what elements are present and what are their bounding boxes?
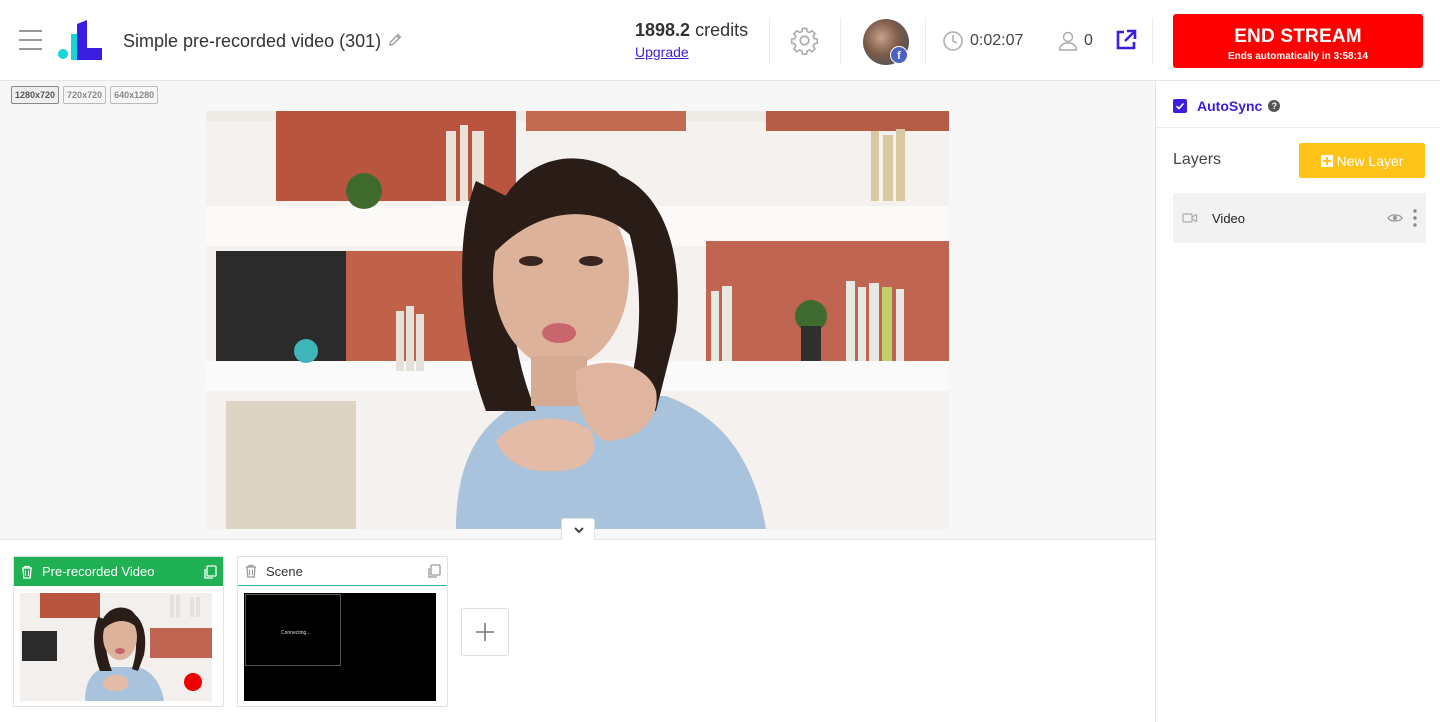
- app-logo: [58, 20, 102, 60]
- autosync-toggle[interactable]: AutoSync ?: [1173, 97, 1281, 115]
- scene-thumbnail-image: [20, 593, 212, 701]
- scenes-strip: Pre-recorded Video Scene Connecting...: [0, 539, 1155, 722]
- credits-value: 1898.2: [635, 20, 691, 40]
- divider: [925, 18, 926, 64]
- clock-icon: [943, 31, 963, 51]
- scene-header: Pre-recorded Video: [14, 557, 223, 586]
- scene-card-prerecorded-video[interactable]: Pre-recorded Video: [13, 556, 224, 707]
- autosync-label: AutoSync: [1197, 98, 1263, 114]
- user-icon: [1058, 31, 1078, 51]
- trash-icon[interactable]: [20, 565, 34, 579]
- upgrade-link[interactable]: Upgrade: [635, 44, 689, 60]
- divider: [769, 18, 770, 64]
- scene-label[interactable]: Pre-recorded Video: [42, 564, 203, 579]
- resolution-640x1280-button[interactable]: 640x1280: [110, 86, 159, 104]
- resolution-720x720-button[interactable]: 720x720: [63, 86, 107, 104]
- edit-title-icon[interactable]: [387, 32, 403, 48]
- divider: [1152, 18, 1153, 64]
- connecting-text: Connecting...: [281, 630, 311, 636]
- video-preview[interactable]: [206, 111, 949, 529]
- help-icon[interactable]: ?: [1268, 100, 1281, 112]
- copy-icon[interactable]: [203, 564, 217, 579]
- credits-unit: credits: [695, 20, 749, 40]
- facebook-icon: f: [890, 46, 908, 64]
- end-stream-label: END STREAM: [1234, 26, 1362, 47]
- gear-icon[interactable]: [790, 26, 819, 55]
- end-stream-countdown: Ends automatically in 3:58:14: [1227, 51, 1369, 62]
- eye-icon[interactable]: [1387, 212, 1403, 224]
- layer-name: Video: [1212, 210, 1246, 226]
- video-frame-image: [206, 111, 949, 529]
- autosync-checkbox[interactable]: [1173, 99, 1187, 113]
- chevron-down-icon: [574, 527, 584, 534]
- add-scene-button[interactable]: [461, 608, 509, 656]
- collapse-toggle[interactable]: [561, 518, 595, 540]
- viewer-count: 0: [1084, 32, 1093, 49]
- divider: [1156, 127, 1440, 128]
- credits-balance: 1898.2 credits: [635, 20, 748, 41]
- top-bar: Simple pre-recorded video (301) 1898.2 c…: [0, 0, 1440, 81]
- recording-indicator: [184, 673, 202, 691]
- menu-icon[interactable]: [19, 30, 42, 50]
- new-layer-label: New Layer: [1336, 152, 1404, 169]
- scene-thumbnail[interactable]: Connecting...: [244, 593, 436, 701]
- canvas-area: 1280x720 720x720 640x1280: [0, 81, 1155, 539]
- layers-panel: AutoSync ? Layers New Layer Video: [1155, 81, 1440, 722]
- external-link-icon[interactable]: [1114, 28, 1138, 52]
- trash-icon[interactable]: [244, 564, 258, 578]
- layer-item-video[interactable]: Video: [1173, 193, 1426, 243]
- divider: [840, 18, 841, 64]
- connecting-placeholder: Connecting...: [245, 594, 341, 666]
- scene-thumbnail[interactable]: [20, 593, 212, 701]
- scene-header: Scene: [238, 557, 447, 586]
- stream-timer: 0:02:07: [970, 32, 1024, 49]
- plus-icon: [476, 623, 494, 641]
- stream-title: Simple pre-recorded video (301): [123, 31, 382, 51]
- new-layer-button[interactable]: New Layer: [1299, 143, 1425, 178]
- scene-card-scene[interactable]: Scene Connecting...: [237, 556, 448, 707]
- copy-icon[interactable]: [427, 564, 441, 578]
- end-stream-button[interactable]: END STREAM Ends automatically in 3:58:14: [1173, 14, 1423, 68]
- resolution-selector: 1280x720 720x720 640x1280: [11, 86, 159, 104]
- more-options-icon[interactable]: [1413, 209, 1417, 227]
- resolution-1280x720-button[interactable]: 1280x720: [11, 86, 60, 104]
- scene-label[interactable]: Scene: [266, 564, 427, 579]
- plus-square-icon: [1320, 154, 1333, 167]
- layers-title: Layers: [1173, 151, 1222, 168]
- checkmark-icon: [1175, 102, 1185, 110]
- camera-icon: [1182, 213, 1198, 223]
